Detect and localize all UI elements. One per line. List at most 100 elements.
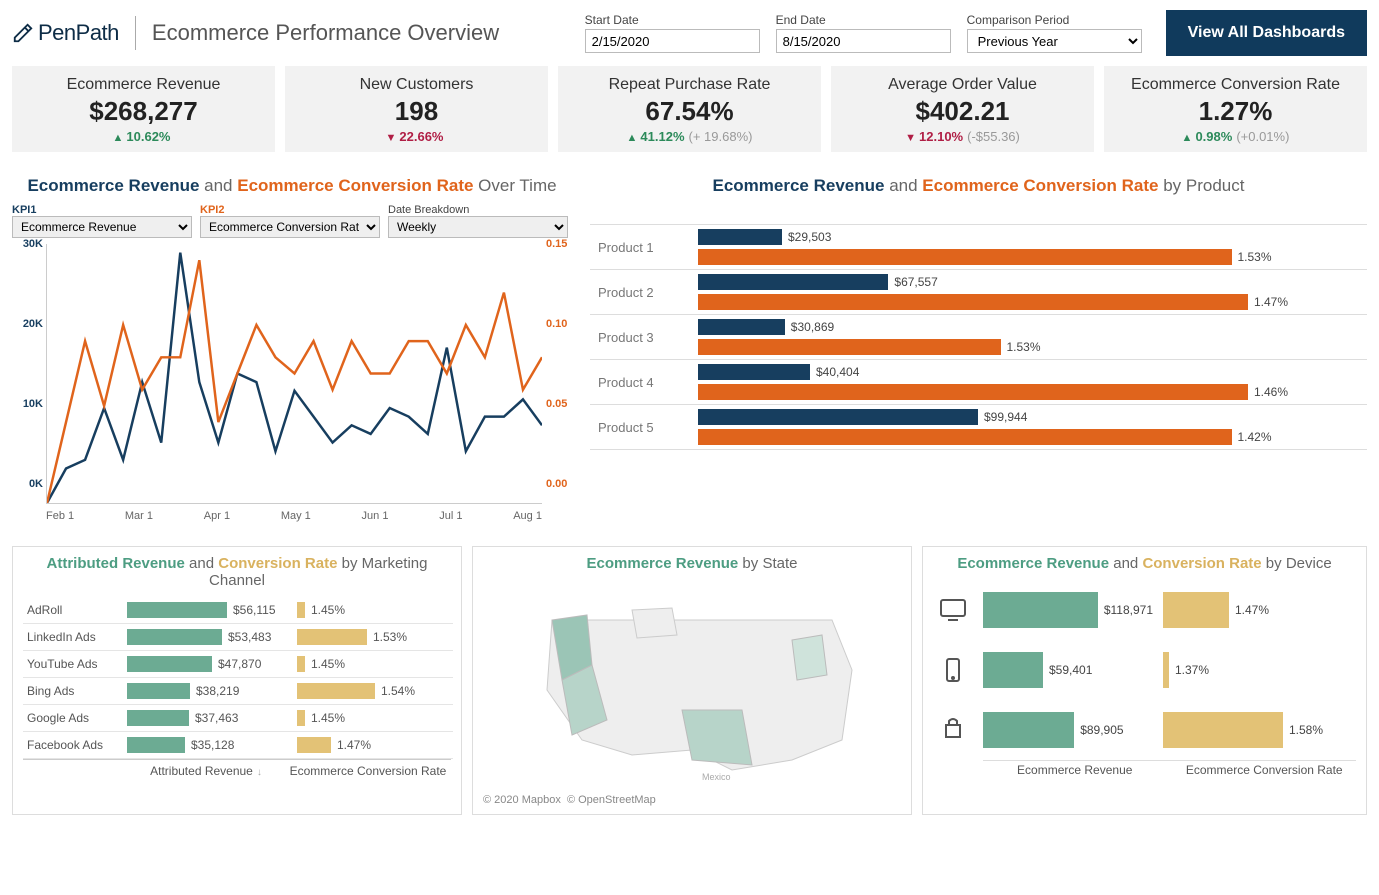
kpi-delta: 0.98%(+0.01%) [1110, 129, 1361, 144]
svg-text:Mexico: Mexico [702, 772, 731, 782]
channel-conv-cell: 1.47% [293, 732, 453, 759]
kpi-row: Ecommerce Revenue $268,277 10.62% New Cu… [12, 66, 1367, 152]
x-tick: Feb 1 [46, 510, 74, 522]
end-date-label: End Date [776, 13, 951, 27]
view-all-dashboards-button[interactable]: View All Dashboards [1166, 10, 1367, 56]
product-bars: $99,944 1.42% [698, 409, 1367, 445]
device-row: $89,905 1.58% [933, 700, 1356, 760]
date-breakdown-select[interactable]: Weekly [388, 216, 568, 238]
kpi-delta: 10.62% [18, 129, 269, 144]
kpi-value: 67.54% [564, 96, 815, 127]
device-title-a: Ecommerce Revenue [957, 555, 1109, 572]
y-left-tick: 30K [13, 238, 43, 250]
product-rev-label: $99,944 [984, 410, 1027, 424]
row-bottom: Attributed Revenue and Conversion Rate b… [12, 546, 1367, 815]
device-footer-conv: Ecommerce Conversion Rate [1173, 763, 1357, 777]
device-panel: Ecommerce Revenue and Conversion Rate by… [922, 546, 1367, 815]
us-map[interactable]: Mexico [483, 580, 901, 790]
overtime-dropdowns: KPI1 Ecommerce Revenue KPI2 Ecommerce Co… [12, 204, 572, 238]
device-conv-bar [1163, 712, 1283, 748]
product-conv-bar [698, 384, 1248, 400]
compose-icon [12, 22, 34, 44]
device-title: Ecommerce Revenue and Conversion Rate by… [933, 555, 1356, 572]
channel-rev-cell: $56,115 [123, 597, 293, 624]
x-tick: Aug 1 [513, 510, 542, 522]
channel-table: AdRoll $56,115 1.45%LinkedIn Ads $53,483… [23, 597, 451, 759]
product-conv-label: 1.46% [1254, 385, 1288, 399]
kpi-card-4: Ecommerce Conversion Rate 1.27% 0.98%(+0… [1104, 66, 1367, 152]
channel-footer-rev[interactable]: Attributed Revenue [125, 764, 287, 778]
channel-rev-cell: $38,219 [123, 678, 293, 705]
channel-conv-cell: 1.54% [293, 678, 453, 705]
channel-rev-cell: $53,483 [123, 624, 293, 651]
product-panel: Ecommerce Revenue and Ecommerce Conversi… [590, 176, 1367, 522]
product-rev-bar [698, 274, 888, 290]
channel-rev-bar [127, 602, 227, 618]
overtime-chart: 30K20K10K0K0.150.100.050.00 [46, 244, 542, 504]
product-title: Ecommerce Revenue and Ecommerce Conversi… [590, 176, 1367, 196]
other-icon [933, 710, 973, 750]
channel-conv-label: 1.45% [311, 603, 345, 617]
y-left-tick: 0K [13, 478, 43, 490]
y-right-tick: 0.05 [546, 398, 574, 410]
kpi2-select[interactable]: Ecommerce Conversion Rate [200, 216, 380, 238]
product-rev-bar [698, 319, 785, 335]
device-rev-label: $59,401 [1049, 663, 1092, 677]
overtime-title-a: Ecommerce Revenue [27, 176, 199, 195]
product-title-mid: and [884, 176, 922, 195]
overtime-lines [47, 244, 542, 503]
channel-name: Bing Ads [23, 678, 123, 705]
state-title: Ecommerce Revenue by State [483, 555, 901, 572]
channel-title: Attributed Revenue and Conversion Rate b… [23, 555, 451, 589]
end-date-input[interactable] [776, 29, 951, 53]
kpi-value: 198 [291, 96, 542, 127]
page-title: Ecommerce Performance Overview [152, 20, 499, 46]
device-rev-bar [983, 712, 1074, 748]
channel-conv-label: 1.54% [381, 684, 415, 698]
product-label: Product 5 [590, 420, 690, 435]
start-date-label: Start Date [585, 13, 760, 27]
kpi-delta: 12.10%(-$55.36) [837, 129, 1088, 144]
header: PenPath Ecommerce Performance Overview S… [12, 10, 1367, 56]
kpi2-col: KPI2 Ecommerce Conversion Rate [200, 204, 380, 238]
date-breakdown-label: Date Breakdown [388, 204, 568, 216]
overtime-title-b: Ecommerce Conversion Rate [237, 176, 473, 195]
x-tick: Jun 1 [362, 510, 389, 522]
product-bars: $29,503 1.53% [698, 229, 1367, 265]
channel-conv-label: 1.47% [337, 738, 371, 752]
row-charts: Ecommerce Revenue and Ecommerce Conversi… [12, 176, 1367, 522]
kpi-delta: 22.66% [291, 129, 542, 144]
mobile-icon [933, 650, 973, 690]
start-date-input[interactable] [585, 29, 760, 53]
x-tick: May 1 [281, 510, 311, 522]
comparison-select[interactable]: Previous Year [967, 29, 1142, 53]
product-rev-bar [698, 229, 782, 245]
kpi-card-1: New Customers 198 22.66% [285, 66, 548, 152]
channel-conv-cell: 1.45% [293, 651, 453, 678]
product-label: Product 3 [590, 330, 690, 345]
map-attr-b: © OpenStreetMap [567, 794, 656, 806]
channel-name: AdRoll [23, 597, 123, 624]
channel-name: YouTube Ads [23, 651, 123, 678]
channel-footer-conv[interactable]: Ecommerce Conversion Rate [287, 764, 449, 778]
channel-rev-cell: $47,870 [123, 651, 293, 678]
kpi-label: New Customers [291, 76, 542, 94]
channel-title-mid: and [185, 555, 218, 572]
channel-rev-bar [127, 629, 222, 645]
product-rev-bar [698, 409, 978, 425]
y-right-tick: 0.10 [546, 318, 574, 330]
kpi2-label: KPI2 [200, 204, 380, 216]
channel-conv-bar [297, 737, 331, 753]
kpi1-select[interactable]: Ecommerce Revenue [12, 216, 192, 238]
divider [135, 16, 136, 50]
kpi1-label: KPI1 [12, 204, 192, 216]
product-bars: $40,404 1.46% [698, 364, 1367, 400]
channel-name: Google Ads [23, 705, 123, 732]
product-conv-label: 1.53% [1238, 250, 1272, 264]
kpi-label: Ecommerce Conversion Rate [1110, 76, 1361, 94]
product-rev-label: $40,404 [816, 365, 859, 379]
product-conv-bar [698, 294, 1248, 310]
end-date-group: End Date [776, 13, 951, 53]
product-title-a: Ecommerce Revenue [713, 176, 885, 195]
channel-rev-label: $38,219 [196, 684, 239, 698]
